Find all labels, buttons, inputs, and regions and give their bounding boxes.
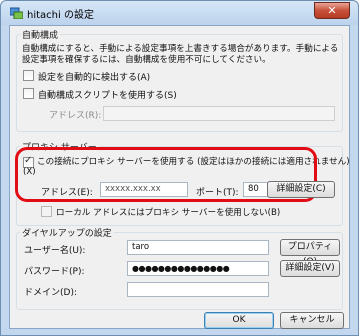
ok-button[interactable]: OK [204,312,274,329]
auto-detect-checkbox[interactable] [23,70,34,81]
password-input[interactable]: ●●●●●●●●●●●●●●● [127,261,269,276]
script-address-label: アドレス(R): [49,111,102,121]
use-script-label[interactable]: 自動構成スクリプトを使用する(S) [38,88,177,101]
network-connection-icon [10,7,23,19]
proxy-advanced-button[interactable]: 詳細設定(C) [267,181,335,198]
auto-config-description-line2: 設定事項を確保するには、自動構成を使用不可にしてください。 [22,55,271,65]
username-label: ユーザー名(U): [24,246,86,256]
cancel-button[interactable]: キャンセル [280,312,344,329]
window-title: hitachi の設定 [27,10,94,21]
auto-detect-label[interactable]: 設定を自動的に検出する(A) [38,70,150,83]
password-label: パスワード(P): [24,267,85,277]
settings-dialog: hitachi の設定 ✕ 自動構成 自動構成にすると、手動による設定事項を上書… [0,0,359,336]
dialog-client-area: 自動構成 自動構成にすると、手動による設定事項を上書きする場合があります。手動に… [9,25,350,329]
close-button[interactable]: ✕ [314,2,350,19]
bypass-local-checkbox[interactable] [41,206,52,217]
auto-config-legend: 自動構成 [20,28,61,41]
username-input[interactable]: taro [127,240,269,255]
bypass-local-label[interactable]: ローカル アドレスにはプロキシ サーバーを使用しない(B) [56,206,280,218]
title-bar[interactable]: hitachi の設定 ✕ [1,1,358,25]
domain-label: ドメイン(D): [24,288,77,298]
dialup-advanced-button[interactable]: 詳細設定(V) [280,260,340,277]
dialup-legend: ダイヤルアップの設定 [20,226,114,239]
script-address-input[interactable] [103,106,335,121]
use-script-checkbox[interactable] [23,88,34,99]
domain-input[interactable] [127,282,269,297]
properties-button[interactable]: プロパティ(O) [280,239,340,267]
